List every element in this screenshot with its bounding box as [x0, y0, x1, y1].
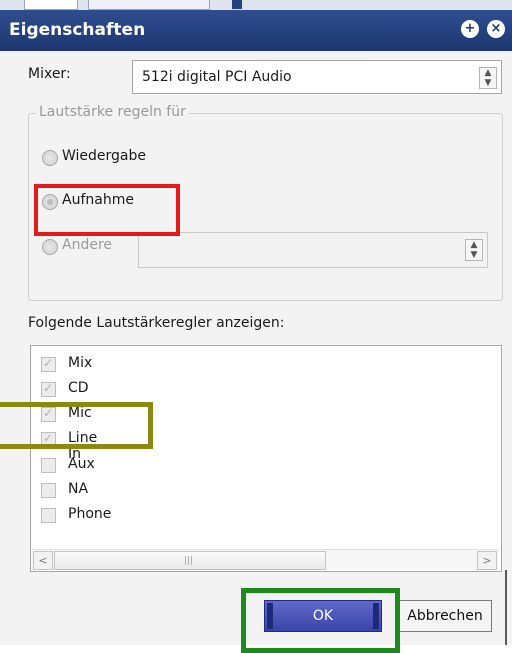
title-bar: Eigenschaften + × — [0, 10, 512, 51]
checkbox[interactable] — [41, 356, 56, 372]
radio-playback-label: Wiedergabe — [62, 148, 147, 164]
scroll-left-icon[interactable]: < — [33, 551, 53, 570]
other-select[interactable]: ▲ ▼ — [138, 232, 488, 268]
horizontal-scrollbar[interactable]: < ||| > — [32, 549, 498, 570]
checkbox[interactable] — [41, 381, 56, 397]
list-item-label: CD — [68, 380, 89, 396]
mixer-label: Mixer: — [28, 66, 71, 82]
recording-highlight-box — [34, 184, 180, 236]
checkbox[interactable] — [41, 458, 56, 473]
spinner-arrows-icon[interactable]: ▲ ▼ — [465, 239, 483, 261]
list-item-label: Mix — [68, 355, 93, 371]
dialog-edge — [505, 570, 507, 645]
controls-listbox[interactable]: Mix CD Mic Line In Aux NA Phone < ||| — [30, 345, 502, 572]
volume-group-legend: Lautstärke regeln für — [36, 104, 189, 120]
ok-highlight-box — [241, 588, 400, 653]
list-item-label: Phone — [68, 506, 112, 522]
spinner-arrows-icon[interactable]: ▲ ▼ — [479, 67, 497, 89]
radio-other[interactable] — [42, 239, 58, 255]
background-tab — [232, 0, 242, 9]
mixer-value: 512i digital PCI Audio — [142, 69, 292, 85]
plus-icon[interactable]: + — [461, 20, 479, 38]
close-icon[interactable]: × — [487, 20, 505, 38]
list-item-label: Aux — [68, 456, 95, 472]
list-item-label: NA — [68, 481, 89, 497]
cancel-button[interactable]: Abbrechen — [398, 600, 492, 632]
mixer-select[interactable]: 512i digital PCI Audio ▲ ▼ — [132, 60, 502, 94]
mic-highlight-box — [0, 402, 153, 449]
background-tab — [88, 0, 210, 10]
radio-other-label: Andere — [62, 237, 113, 253]
controls-list-label: Folgende Lautstärkeregler anzeigen: — [28, 315, 285, 331]
dialog-title: Eigenschaften — [9, 20, 146, 40]
background-window — [0, 0, 512, 10]
grip-icon: ||| — [184, 556, 194, 566]
radio-playback[interactable] — [42, 150, 58, 166]
checkbox[interactable] — [41, 483, 56, 498]
checkbox[interactable] — [41, 508, 56, 523]
background-tab — [24, 0, 78, 10]
scrollbar-thumb[interactable]: ||| — [54, 551, 326, 570]
properties-dialog: Eigenschaften + × Mixer: 512i digital PC… — [0, 10, 512, 653]
scroll-right-icon[interactable]: > — [477, 551, 497, 570]
